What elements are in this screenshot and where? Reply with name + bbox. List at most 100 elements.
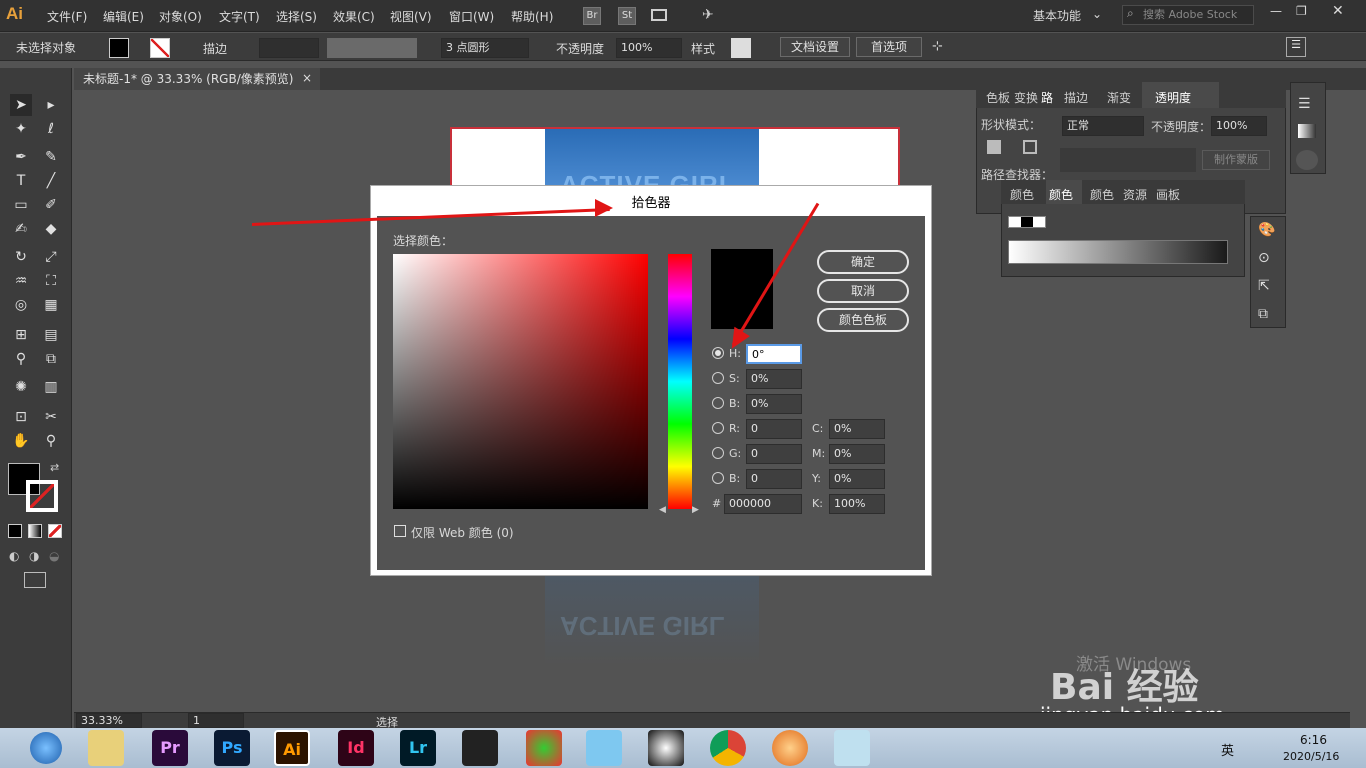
fill-swatch[interactable] — [109, 38, 129, 58]
menu-object[interactable]: 对象(O) — [159, 8, 202, 25]
color-palette-icon[interactable]: 🎨 — [1258, 222, 1275, 238]
properties-icon[interactable]: ☰ — [1298, 96, 1311, 112]
color-field[interactable] — [393, 254, 648, 509]
file-explorer-icon[interactable] — [88, 730, 124, 766]
column-graph-icon[interactable]: ▥ — [40, 376, 62, 398]
paintbrush-icon[interactable]: ✐ — [40, 194, 62, 216]
hand-tool-icon[interactable]: ✋ — [10, 430, 32, 452]
g-input[interactable]: 0 — [746, 444, 802, 464]
artboard-tool-icon[interactable]: ⊡ — [10, 406, 32, 428]
r-input[interactable]: 0 — [746, 419, 802, 439]
tab-transparency[interactable]: 透明度 — [1155, 89, 1191, 106]
mesh-tool-icon[interactable]: ⊞ — [10, 324, 32, 346]
draw-inside-icon[interactable]: ◒ — [49, 549, 59, 563]
bridge-button[interactable]: Br — [583, 7, 601, 25]
app-icon-7[interactable] — [526, 730, 562, 766]
menu-window[interactable]: 窗口(W) — [449, 8, 494, 25]
warp-tool-icon[interactable]: ♒ — [10, 270, 32, 292]
align-icon[interactable]: ⊹ — [932, 39, 943, 54]
shape-builder-icon[interactable]: ◎ — [10, 294, 32, 316]
variable-width-profile[interactable] — [327, 38, 417, 58]
stroke-weight-field[interactable] — [259, 38, 319, 58]
blend-mode-select[interactable]: 正常 — [1062, 116, 1144, 136]
zoom-field[interactable]: 33.33% — [76, 713, 142, 728]
app-icon-12[interactable] — [834, 730, 870, 766]
free-transform-icon[interactable]: ⛶ — [40, 270, 62, 292]
restore-icon[interactable]: ❐ — [1296, 4, 1307, 18]
document-tab[interactable]: 未标题-1* @ 33.33% (RGB/像素预览) — [74, 68, 320, 90]
gpu-performance-icon[interactable]: ✈ — [702, 7, 714, 23]
tab-color-guide[interactable]: 颜色 — [1010, 186, 1034, 203]
color-guide-icon[interactable]: ⊙ — [1258, 250, 1270, 266]
menu-type[interactable]: 文字(T) — [219, 8, 260, 25]
video-app-icon[interactable] — [462, 730, 498, 766]
line-tool-icon[interactable]: ╱ — [40, 170, 62, 192]
s-input[interactable]: 0% — [746, 369, 802, 389]
none-mode-icon[interactable] — [48, 524, 62, 538]
color-quick-swatches[interactable] — [1008, 216, 1046, 228]
start-button[interactable] — [30, 732, 62, 764]
menu-edit[interactable]: 编辑(E) — [103, 8, 144, 25]
curvature-tool-icon[interactable]: ✎ — [40, 146, 62, 168]
clock-time[interactable]: 6:16 — [1300, 733, 1327, 747]
clock-date[interactable]: 2020/5/16 — [1283, 750, 1339, 763]
screen-mode-icon[interactable] — [24, 572, 46, 588]
rectangle-tool-icon[interactable]: ▭ — [10, 194, 32, 216]
h-input[interactable]: 0° — [746, 344, 802, 364]
premiere-icon[interactable]: Pr — [152, 730, 188, 766]
lasso-icon[interactable]: ℓ — [40, 118, 62, 140]
gradient-tool-icon[interactable]: ▤ — [40, 324, 62, 346]
scale-tool-icon[interactable]: ⤢ — [40, 246, 62, 268]
symbol-sprayer-icon[interactable]: ✺ — [10, 376, 32, 398]
opacity-field[interactable]: 100% — [616, 38, 682, 58]
transparency-panel-icon[interactable] — [1296, 150, 1318, 170]
workspace-switcher[interactable]: 基本功能 — [1033, 7, 1081, 24]
color-spectrum-bar[interactable] — [1008, 240, 1228, 264]
menu-select[interactable]: 选择(S) — [276, 8, 317, 25]
web-only-checkbox[interactable] — [394, 525, 406, 537]
photoshop-icon[interactable]: Ps — [214, 730, 250, 766]
chevron-down-icon[interactable]: ⌄ — [1092, 7, 1102, 21]
eraser-icon[interactable]: ◆ — [40, 218, 62, 240]
ok-button[interactable]: 确定 — [817, 250, 909, 274]
perspective-grid-icon[interactable]: ▦ — [40, 294, 62, 316]
blend-tool-icon[interactable]: ⧉ — [40, 348, 62, 370]
cancel-button[interactable]: 取消 — [817, 279, 909, 303]
tab-color-2[interactable]: 颜色 — [1090, 186, 1114, 203]
tab-stroke[interactable]: 描边 — [1064, 89, 1088, 106]
tab-transform[interactable]: 变换 — [1014, 89, 1038, 106]
stock-button[interactable]: St — [618, 7, 636, 25]
tab-gradient[interactable]: 渐变 — [1107, 89, 1131, 106]
menu-file[interactable]: 文件(F) — [47, 8, 87, 25]
selection-tool-icon[interactable]: ➤ — [10, 94, 32, 116]
gradient-mode-icon[interactable] — [28, 524, 42, 538]
lightroom-icon[interactable]: Lr — [400, 730, 436, 766]
arrange-documents-icon[interactable] — [651, 9, 667, 21]
m-input[interactable]: 0% — [829, 444, 885, 464]
unite-icon[interactable] — [987, 140, 1001, 154]
c-input[interactable]: 0% — [829, 419, 885, 439]
h-radio[interactable] — [712, 347, 724, 359]
blue-radio[interactable] — [712, 472, 724, 484]
close-icon[interactable]: ✕ — [1332, 3, 1344, 19]
make-mask-button[interactable]: 制作蒙版 — [1202, 150, 1270, 170]
tab-color[interactable]: 颜色 — [1049, 186, 1073, 203]
stock-search-input[interactable]: 搜索 Adobe Stock — [1122, 5, 1254, 25]
direct-selection-tool-icon[interactable]: ▸ — [40, 94, 62, 116]
app-icon-8[interactable] — [586, 730, 622, 766]
stroke-color-box[interactable] — [26, 480, 58, 512]
y-input[interactable]: 0% — [829, 469, 885, 489]
artboard-page-field[interactable]: 1 — [188, 713, 244, 728]
artboards-icon[interactable]: ⧉ — [1258, 306, 1268, 322]
zoom-tool-icon[interactable]: ⚲ — [40, 430, 62, 452]
indesign-icon[interactable]: Id — [338, 730, 374, 766]
slice-tool-icon[interactable]: ✂ — [40, 406, 62, 428]
shaper-tool-icon[interactable]: ✍ — [10, 218, 32, 240]
document-setup-button[interactable]: 文档设置 — [780, 37, 850, 57]
menu-help[interactable]: 帮助(H) — [511, 8, 553, 25]
tab-artboards[interactable]: 画板 — [1156, 186, 1180, 203]
magic-wand-icon[interactable]: ✦ — [10, 118, 32, 140]
hue-slider[interactable] — [668, 254, 692, 509]
gradient-panel-icon[interactable] — [1298, 124, 1316, 138]
draw-normal-icon[interactable]: ◐ — [9, 549, 19, 563]
